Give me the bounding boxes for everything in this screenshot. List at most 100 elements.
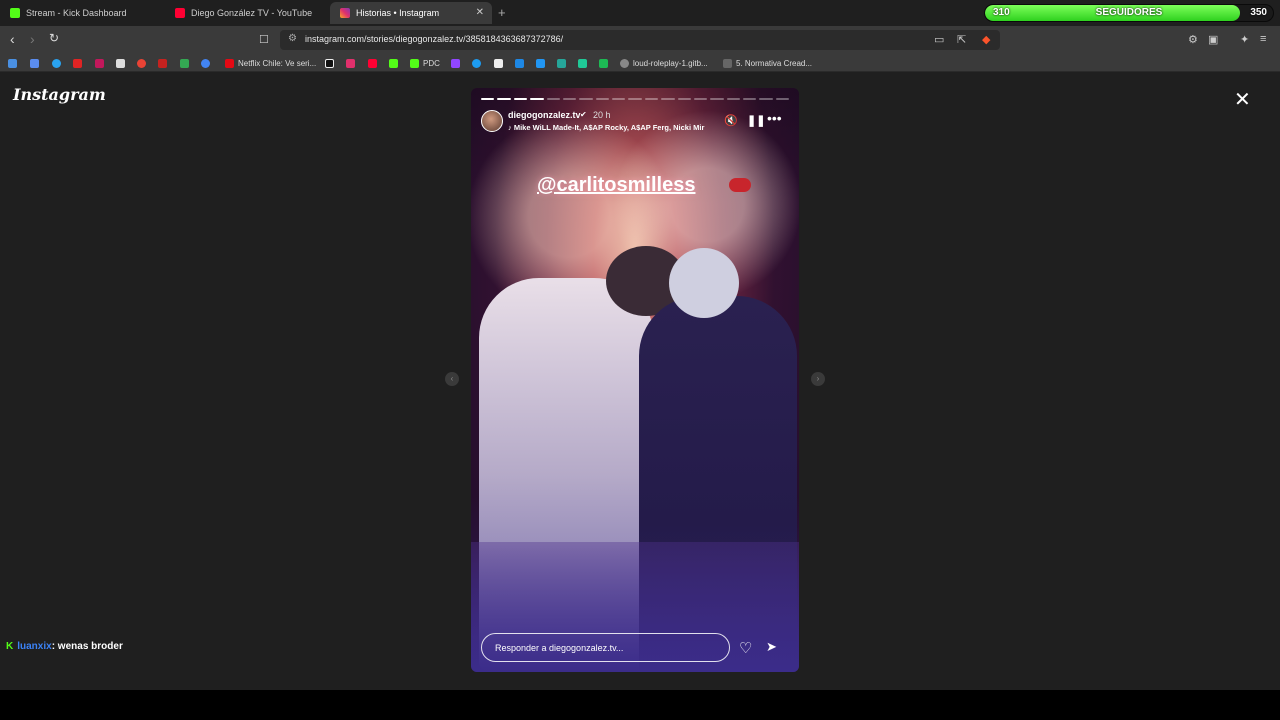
follower-label: SEGUIDORES xyxy=(1095,7,1163,18)
pause-icon[interactable]: ❚❚ xyxy=(747,114,765,127)
forward-icon[interactable]: › xyxy=(30,31,35,47)
more-icon[interactable]: ••• xyxy=(767,110,782,126)
bookmark-icon[interactable] xyxy=(515,57,528,69)
bookmark-icon[interactable] xyxy=(158,57,171,69)
progress-segment xyxy=(546,98,560,100)
extensions-icon[interactable]: ⚙ xyxy=(1188,33,1198,46)
brave-shield-icon[interactable]: ◆ xyxy=(982,33,990,46)
bookmark-icon[interactable] xyxy=(368,57,381,69)
share-page-icon[interactable]: ⇱ xyxy=(957,33,966,46)
back-icon[interactable]: ‹ xyxy=(10,31,15,47)
chat-overlay: Kluanxix: wenas broder xyxy=(6,641,123,652)
address-toolbar: ‹ › ↻ ☐ ⚙ instagram.com/stories/diegogon… xyxy=(0,26,1280,54)
url-bar[interactable]: ⚙ instagram.com/stories/diegogonzalez.tv… xyxy=(280,30,1000,50)
bookmark-icon[interactable] xyxy=(578,57,591,69)
mute-icon[interactable]: 🔇 xyxy=(724,114,738,127)
bookmark-icon[interactable] xyxy=(536,57,549,69)
progress-segment xyxy=(644,98,659,100)
bookmark-icon[interactable] xyxy=(95,57,108,69)
share-icon[interactable]: ➤ xyxy=(766,639,777,655)
story-image xyxy=(669,248,739,318)
bookmark-icon[interactable] xyxy=(8,57,21,69)
bookmark-icon[interactable] xyxy=(52,57,65,69)
story-song[interactable]: ♪ Mike WiLL Made-It, A$AP Rocky, A$AP Fe… xyxy=(508,123,704,132)
close-icon[interactable]: ✕ xyxy=(1234,90,1251,110)
story-song-label: Mike WiLL Made-It, A$AP Rocky, A$AP Ferg… xyxy=(513,123,705,132)
progress-segment xyxy=(693,98,708,100)
bookmark-icon[interactable] xyxy=(557,57,570,69)
bookmark-icon[interactable] xyxy=(346,57,359,69)
tab-close-icon[interactable]: ✕ xyxy=(476,7,484,18)
tab-label: Stream - Kick Dashboard xyxy=(26,8,127,18)
instagram-favicon-icon xyxy=(340,8,350,18)
bookmark-label: PDC xyxy=(423,58,440,68)
youtube-favicon-icon xyxy=(175,8,185,18)
bookmark-label: 5. Normativa Cread... xyxy=(736,58,813,68)
bookmark-icon[interactable] xyxy=(180,57,193,69)
progress-segment xyxy=(562,98,577,100)
url-text: instagram.com/stories/diegogonzalez.tv/3… xyxy=(305,34,564,44)
bookmark-gitbook[interactable]: loud-roleplay-1.gitb... xyxy=(620,57,708,69)
verified-icon: ✔ xyxy=(580,110,587,119)
tab-instagram[interactable]: Historias • Instagram ✕ xyxy=(330,2,492,24)
bookmark-icon[interactable] xyxy=(389,57,402,69)
bookmark-icon[interactable] xyxy=(30,57,43,69)
follower-goal-bar: 310 SEGUIDORES 350 xyxy=(984,4,1274,22)
kick-favicon-icon xyxy=(10,8,20,18)
bookmark-icon[interactable]: ☐ xyxy=(259,33,269,46)
prev-arrow-icon[interactable]: ‹ xyxy=(445,372,459,386)
progress-segment xyxy=(513,98,528,100)
bookmark-icon[interactable] xyxy=(325,57,338,69)
tab-label: Historias • Instagram xyxy=(356,8,440,18)
progress-segment xyxy=(726,98,740,100)
reload-icon[interactable]: ↻ xyxy=(49,31,59,45)
tab-youtube[interactable]: Diego González TV - YouTube xyxy=(165,2,330,24)
progress-segment xyxy=(595,98,609,100)
new-tab-button[interactable]: + xyxy=(498,5,506,20)
story-username[interactable]: diegogonzalez.tv xyxy=(508,110,581,120)
tab-kick-dashboard[interactable]: Stream - Kick Dashboard xyxy=(0,2,165,24)
bookmark-label: Netflix Chile: Ve seri... xyxy=(238,58,317,68)
next-arrow-icon[interactable]: › xyxy=(811,372,825,386)
heart-icon[interactable]: ♡ xyxy=(739,639,752,657)
avatar[interactable] xyxy=(481,110,503,132)
bookmark-icon[interactable] xyxy=(201,57,214,69)
bookmark-pdc[interactable]: PDC xyxy=(410,57,440,69)
tab-bar: Stream - Kick Dashboard Diego González T… xyxy=(0,0,1280,26)
bookmark-icon[interactable] xyxy=(116,57,129,69)
bookmark-icon[interactable] xyxy=(73,57,86,69)
bookmark-netflix[interactable]: Netflix Chile: Ve seri... xyxy=(225,57,316,69)
progress-segment xyxy=(481,98,495,100)
boxing-glove-icon xyxy=(729,178,751,192)
cast-icon[interactable]: ▭ xyxy=(934,33,944,46)
bookmarks-bar: Netflix Chile: Ve seri... PDC loud-rolep… xyxy=(0,54,1280,72)
bookmark-icon[interactable] xyxy=(494,57,507,69)
instagram-logo[interactable]: Instagram xyxy=(13,85,106,104)
story-progress xyxy=(481,98,790,100)
sidebar-icon[interactable]: ▣ xyxy=(1208,33,1218,46)
story-mention[interactable]: @carlitosmilless xyxy=(537,174,695,197)
bookmark-icon[interactable] xyxy=(599,57,612,69)
progress-segment xyxy=(743,98,757,100)
bookmark-icon[interactable] xyxy=(137,57,150,69)
reply-placeholder: Responder a diegogonzalez.tv... xyxy=(495,643,624,653)
chat-user: luanxix xyxy=(17,641,52,652)
progress-segment xyxy=(759,98,773,100)
bookmark-normativa[interactable]: 5. Normativa Cread... xyxy=(723,57,812,69)
browser-window: Stream - Kick Dashboard Diego González T… xyxy=(0,0,1280,690)
instagram-page: Instagram ✕ ‹ › diegogonzalez.tv ✔ 20 h … xyxy=(0,72,1280,690)
story-viewer[interactable]: diegogonzalez.tv ✔ 20 h ♪ Mike WiLL Made… xyxy=(471,88,799,672)
bookmark-icon[interactable] xyxy=(472,57,485,69)
leo-icon[interactable]: ✦ xyxy=(1240,33,1249,46)
chat-message: : wenas broder xyxy=(51,641,123,652)
progress-segment xyxy=(677,98,691,100)
progress-segment xyxy=(628,98,642,100)
menu-icon[interactable]: ≡ xyxy=(1260,33,1266,45)
bookmark-icon[interactable] xyxy=(451,57,464,69)
progress-segment xyxy=(530,98,544,100)
site-info-icon[interactable]: ⚙ xyxy=(288,33,297,44)
bookmark-label: loud-roleplay-1.gitb... xyxy=(633,58,708,68)
reply-input[interactable]: Responder a diegogonzalez.tv... xyxy=(481,633,730,662)
progress-segment xyxy=(612,98,626,100)
progress-segment xyxy=(579,98,593,100)
